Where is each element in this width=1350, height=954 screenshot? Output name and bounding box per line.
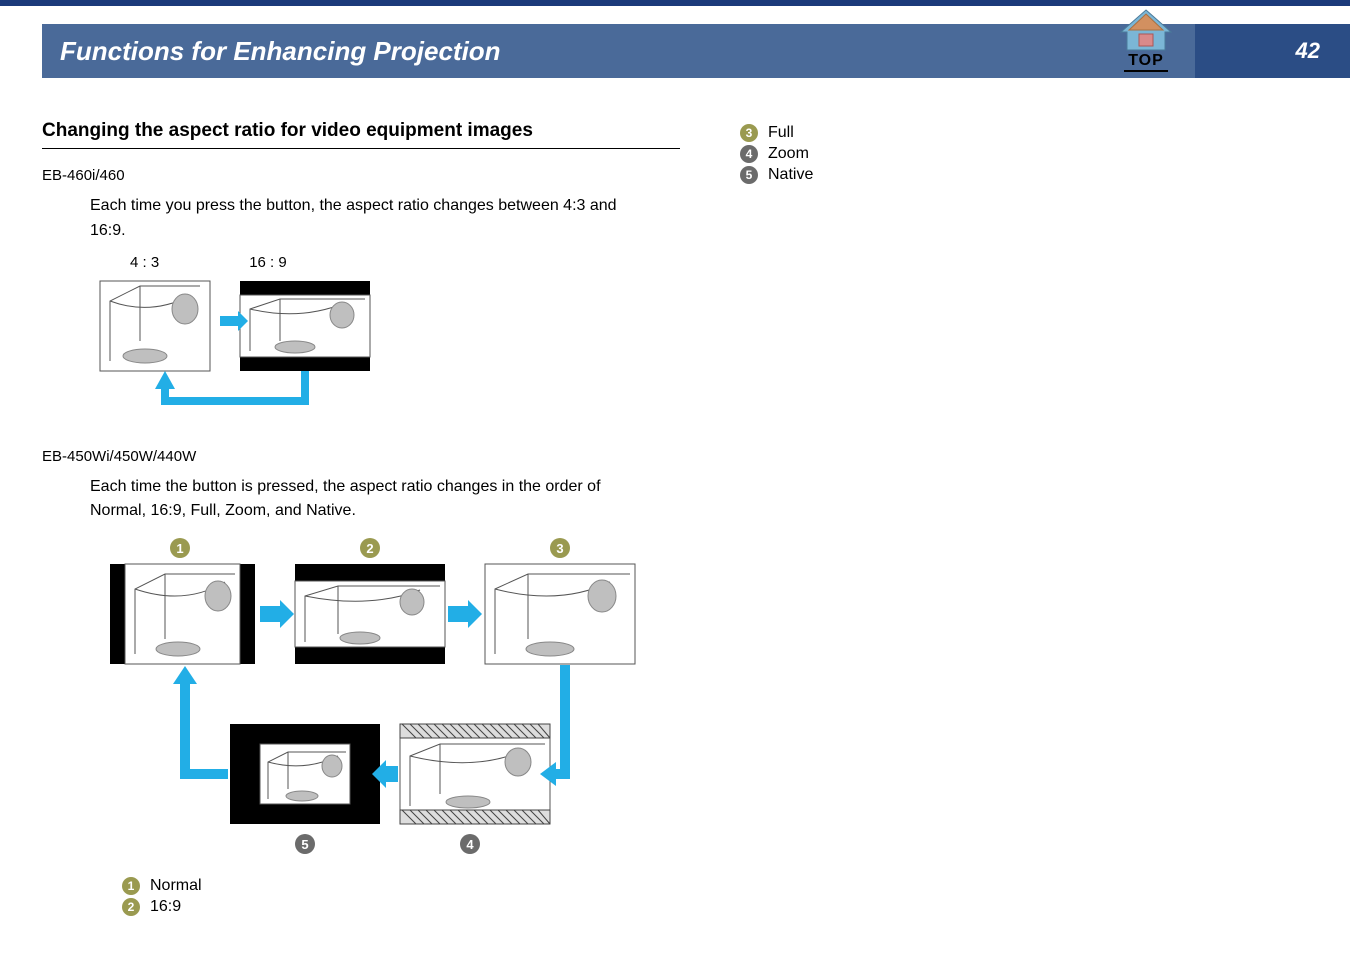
thumb-native [230,724,380,824]
figure-a-svg [90,271,390,431]
thumb-zoom [400,724,550,824]
legend-label-1: Normal [150,877,202,895]
top-label: TOP [1124,52,1168,72]
figure-b-svg: 1 2 3 4 5 [90,534,650,864]
legend-label-4: Zoom [768,145,809,163]
legend-item-3: 3 Full [740,124,1280,142]
home-top-icon [1117,8,1175,52]
svg-text:5: 5 [301,837,308,852]
model-label-b: EB-450Wi/450W/440W [42,448,680,465]
desc-a: Each time you press the button, the aspe… [90,194,650,244]
model-label-a: EB-460i/460 [42,167,680,184]
svg-text:1: 1 [176,541,183,556]
figure-b: 1 2 3 4 5 [90,534,680,869]
left-column: Changing the aspect ratio for video equi… [0,120,680,919]
badge-1: 1 [122,877,140,895]
legend-label-2: 16:9 [150,898,181,916]
badge-3: 3 [740,124,758,142]
svg-text:3: 3 [556,541,563,556]
right-column: 3 Full 4 Zoom 5 Native [740,120,1280,919]
legend-right: 3 Full 4 Zoom 5 Native [740,124,1280,184]
page-title: Functions for Enhancing Projection [60,36,501,67]
figure-a: 4 : 3 16 : 9 [90,254,680,436]
legend-label-5: Native [768,166,813,184]
legend-item-5: 5 Native [740,166,1280,184]
thumb-full [485,564,635,664]
section-heading: Changing the aspect ratio for video equi… [42,120,680,149]
header-bar: Functions for Enhancing Projection 42 TO… [0,0,1350,90]
badge-2: 2 [122,898,140,916]
legend-label-3: Full [768,124,794,142]
page-number: 42 [1296,38,1320,64]
badge-5: 5 [740,166,758,184]
legend-item-1: 1 Normal [122,877,680,895]
top-badge[interactable]: TOP [1107,8,1185,72]
content-columns: Changing the aspect ratio for video equi… [0,90,1350,919]
thumb-normal [110,564,255,664]
legend-left: 1 Normal 2 16:9 [122,877,680,916]
legend-item-2: 2 16:9 [122,898,680,916]
aspect-label-43: 4 : 3 [130,254,159,271]
aspect-label-169: 16 : 9 [249,254,287,271]
thumb-169 [295,564,445,664]
svg-text:4: 4 [466,837,474,852]
page-number-box: 42 [1195,24,1350,78]
svg-text:2: 2 [366,541,373,556]
legend-item-4: 4 Zoom [740,145,1280,163]
badge-4: 4 [740,145,758,163]
desc-b: Each time the button is pressed, the asp… [90,475,650,525]
